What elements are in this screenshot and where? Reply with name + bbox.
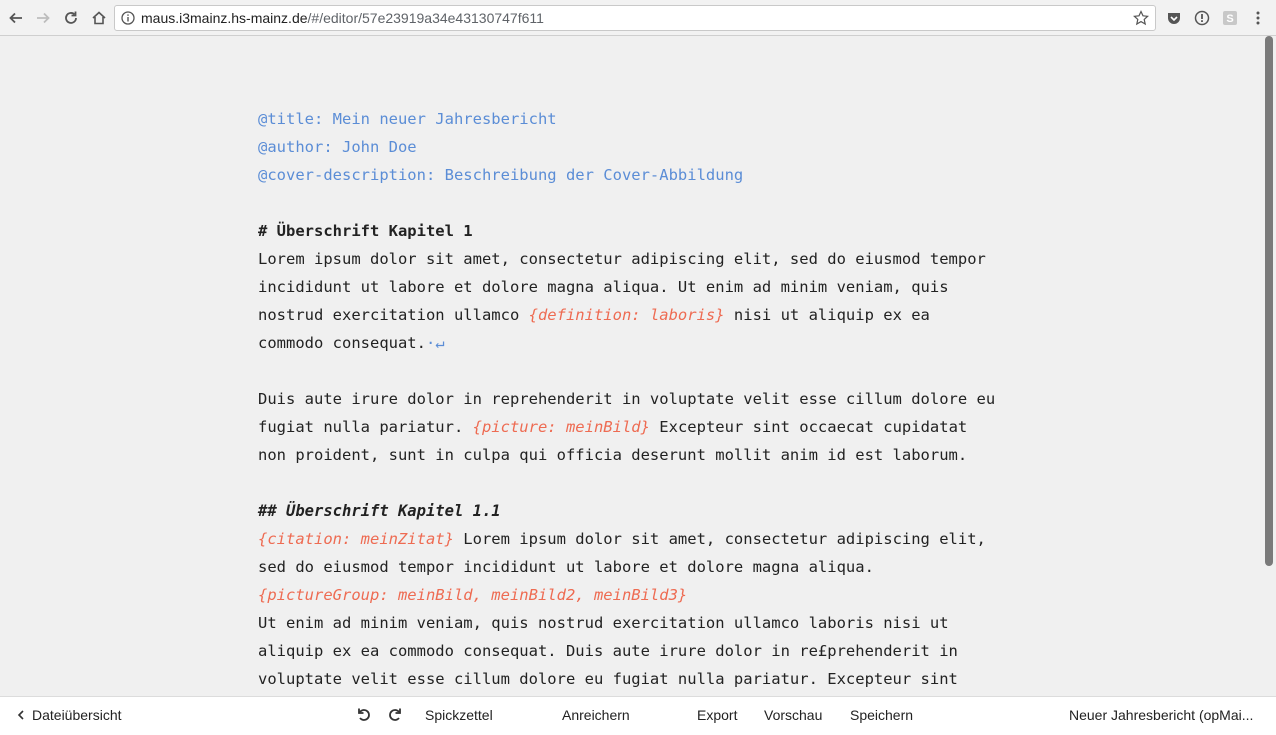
url-host: maus.i3mainz.hs-mainz.de [141, 10, 308, 26]
editor-line[interactable]: non proident, sunt in culpa qui officia … [258, 441, 1048, 469]
text-segment: non proident, sunt in culpa qui officia … [258, 446, 968, 464]
preview-button[interactable]: Vorschau [764, 707, 822, 723]
text-segment: Excepteur sint occaecat cupidatat [649, 418, 968, 436]
browser-toolbar: maus.i3mainz.hs-mainz.de/#/editor/57e239… [0, 0, 1276, 36]
metadata-segment: @title: Mein neuer Jahresbericht [258, 110, 557, 128]
url-text: maus.i3mainz.hs-mainz.de/#/editor/57e239… [141, 10, 544, 26]
document-title: Neuer Jahresbericht (opMai... [1069, 707, 1254, 723]
reload-icon[interactable] [61, 8, 81, 28]
pocket-icon[interactable] [1165, 9, 1183, 27]
browser-menu-icon[interactable] [1249, 9, 1267, 27]
text-segment: nisi ut aliquip ex ea [724, 306, 930, 324]
undo-icon[interactable] [355, 706, 373, 724]
export-button[interactable]: Export [697, 707, 737, 723]
url-path: /#/editor/57e23919a34e43130747f611 [307, 10, 544, 26]
text-segment: sed do eiusmod tempor incididunt ut labo… [258, 558, 874, 576]
info-icon[interactable] [121, 11, 135, 30]
editor-line[interactable]: {citation: meinZitat} Lorem ipsum dolor … [258, 525, 1048, 553]
scrollbar-thumb[interactable] [1265, 36, 1273, 566]
text-segment: Lorem ipsum dolor sit amet, consectetur … [258, 250, 986, 268]
metadata-segment: @cover-description: Beschreibung der Cov… [258, 166, 744, 184]
annotation-tag: {definition: laboris} [528, 306, 725, 324]
editor-line[interactable]: fugiat nulla pariatur. {picture: meinBil… [258, 413, 1048, 441]
metadata-segment: @author: John Doe [258, 138, 417, 156]
editor-line[interactable]: incididunt ut labore et dolore magna ali… [258, 273, 1048, 301]
address-bar[interactable]: maus.i3mainz.hs-mainz.de/#/editor/57e239… [114, 5, 1156, 31]
heading-segment: # Überschrift Kapitel 1 [258, 222, 473, 240]
bookmark-star-icon[interactable] [1133, 10, 1149, 31]
text-segment: commodo consequat. [258, 334, 426, 352]
editor-line[interactable]: aliquip ex ea commodo consequat. Duis au… [258, 637, 1048, 665]
svg-text:S: S [1226, 13, 1233, 25]
text-segment: aliquip ex ea commodo consequat. Duis au… [258, 642, 958, 660]
subheading-segment: ## Überschrift Kapitel 1.1 [258, 502, 501, 520]
editor-line[interactable]: nostrud exercitation ullamco {definition… [258, 301, 1048, 329]
cheatsheet-button[interactable]: Spickzettel [425, 707, 493, 723]
back-arrow-icon[interactable] [6, 8, 26, 28]
editor-line[interactable]: voluptate velit esse cillum dolore eu fu… [258, 665, 1048, 693]
text-segment: incididunt ut labore et dolore magna ali… [258, 278, 949, 296]
forward-arrow-icon[interactable] [33, 8, 53, 28]
editor-line[interactable]: @title: Mein neuer Jahresbericht [258, 105, 1048, 133]
extension-alert-icon[interactable] [1193, 9, 1211, 27]
file-overview-link[interactable]: Dateiübersicht [32, 707, 122, 723]
chevron-left-icon[interactable] [12, 706, 30, 724]
editor-line[interactable]: {pictureGroup: meinBild, meinBild2, mein… [258, 581, 1048, 609]
editor-line[interactable]: # Überschrift Kapitel 1 [258, 217, 1048, 245]
return-marker: ·↵ [425, 334, 445, 352]
text-segment: Duis aute irure dolor in reprehenderit i… [258, 390, 996, 408]
text-segment: voluptate velit esse cillum dolore eu fu… [258, 670, 958, 688]
annotation-tag: {citation: meinZitat} [258, 530, 454, 548]
home-icon[interactable] [89, 8, 109, 28]
annotation-tag: {pictureGroup: meinBild, meinBild2, mein… [258, 586, 688, 604]
annotation-tag: {picture: meinBild} [472, 418, 650, 436]
extension-s-icon[interactable]: S [1221, 9, 1239, 27]
editor-line[interactable]: commodo consequat.·↵ [258, 329, 1048, 357]
editor-line[interactable]: @author: John Doe [258, 133, 1048, 161]
text-segment: Lorem ipsum dolor sit amet, consectetur … [453, 530, 986, 548]
redo-icon[interactable] [386, 706, 404, 724]
editor-line[interactable]: Lorem ipsum dolor sit amet, consectetur … [258, 245, 1048, 273]
editor-line[interactable]: Ut enim ad minim veniam, quis nostrud ex… [258, 609, 1048, 637]
editor-empty-line[interactable] [258, 189, 1048, 217]
text-segment: fugiat nulla pariatur. [258, 418, 473, 436]
markdown-editor[interactable]: @title: Mein neuer Jahresbericht @author:… [258, 105, 1048, 693]
editor-empty-line[interactable] [258, 469, 1048, 497]
editor-line[interactable]: Duis aute irure dolor in reprehenderit i… [258, 385, 1048, 413]
text-segment: Ut enim ad minim veniam, quis nostrud ex… [258, 614, 949, 632]
text-segment: nostrud exercitation ullamco [258, 306, 529, 324]
editor-line[interactable]: sed do eiusmod tempor incididunt ut labo… [258, 553, 1048, 581]
editor-line[interactable]: @cover-description: Beschreibung der Cov… [258, 161, 1048, 189]
editor-line[interactable]: ## Überschrift Kapitel 1.1 [258, 497, 1048, 525]
editor-empty-line[interactable] [258, 357, 1048, 385]
editor-toolbar: Dateiübersicht Spickzettel Anreichern Ex… [0, 696, 1276, 735]
save-button[interactable]: Speichern [850, 707, 913, 723]
enrich-button[interactable]: Anreichern [562, 707, 630, 723]
